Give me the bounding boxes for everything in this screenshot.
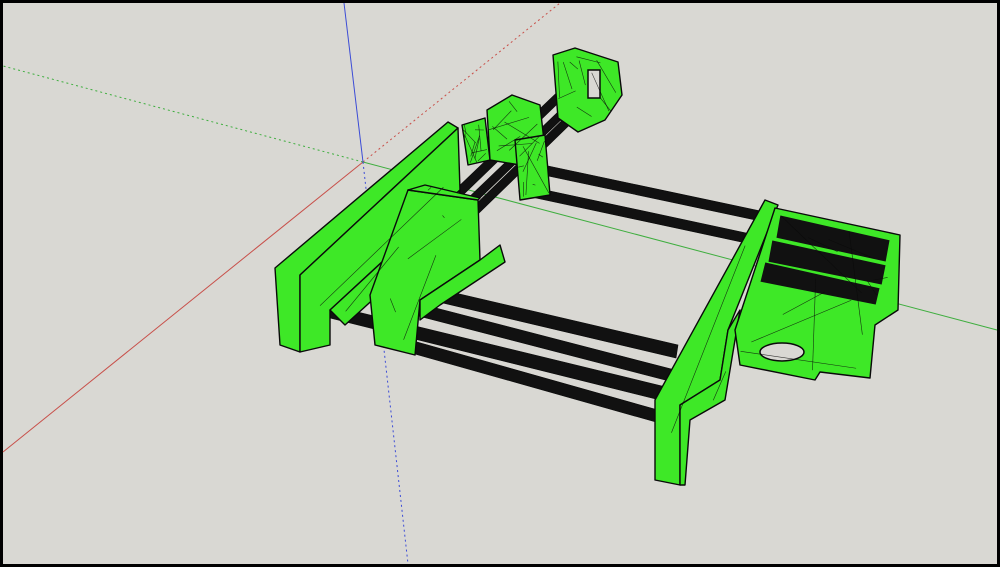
modeling-app-window xyxy=(0,0,1000,567)
fan-opening xyxy=(759,342,805,362)
3d-viewport[interactable] xyxy=(0,0,1000,567)
gantry-block xyxy=(515,135,550,200)
motor-mount-slot xyxy=(587,69,601,99)
